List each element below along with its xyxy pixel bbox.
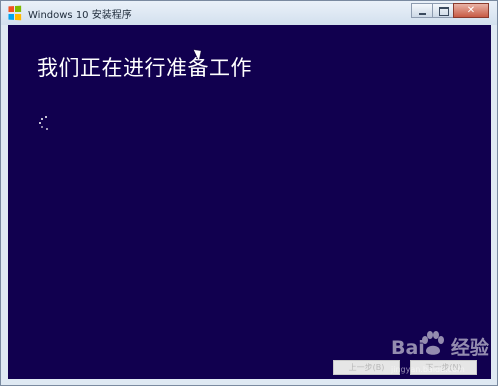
close-button[interactable] xyxy=(453,3,489,18)
window-controls xyxy=(411,3,489,18)
logo-square-red xyxy=(8,6,15,13)
spinner-dot xyxy=(39,122,41,124)
minimize-button[interactable] xyxy=(411,3,433,18)
spinner-dot xyxy=(46,128,48,130)
loading-spinner-icon xyxy=(38,116,52,130)
logo-square-green xyxy=(15,5,22,12)
maximize-button[interactable] xyxy=(432,3,454,18)
baidu-watermark: Bai 经验 jingyan.baidu.com xyxy=(381,323,491,381)
spinner-dot xyxy=(41,118,43,120)
page-title: 我们正在进行准备工作 xyxy=(37,56,252,80)
paw-icon xyxy=(422,331,444,355)
windows-logo-icon xyxy=(8,5,22,21)
watermark-url: jingyan.baidu.com xyxy=(391,365,465,374)
spinner-dot xyxy=(41,126,43,128)
spinner-dot xyxy=(45,116,47,118)
logo-square-yellow xyxy=(15,13,22,20)
logo-square-blue xyxy=(8,13,15,20)
setup-window: Windows 10 安装程序 我们正在进行准备工作 上一步(B) 下一步(N)… xyxy=(0,0,498,386)
title-bar[interactable]: Windows 10 安装程序 xyxy=(1,1,497,25)
watermark-brand-part2: 经验 xyxy=(450,337,489,359)
window-title: Windows 10 安装程序 xyxy=(28,10,132,21)
